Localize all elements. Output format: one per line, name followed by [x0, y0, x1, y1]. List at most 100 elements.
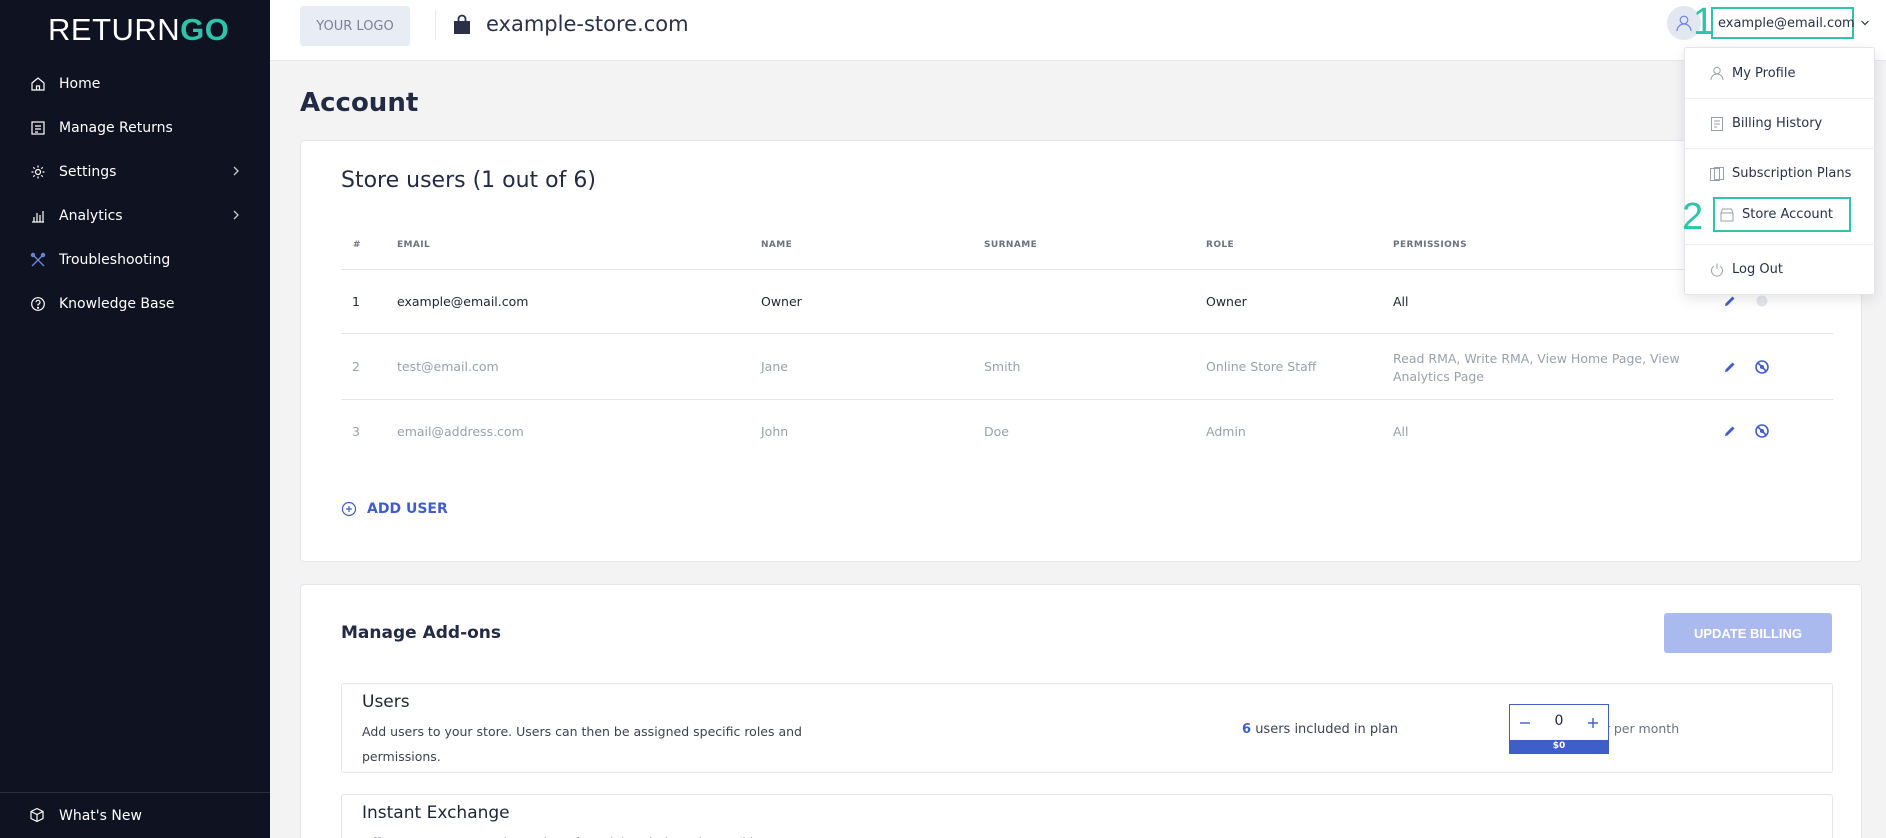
edit-icon[interactable] — [1721, 358, 1739, 376]
store-users-card: Store users (1 out of 6) # EMAIL NAME SU… — [300, 140, 1862, 562]
row-email: email@address.com — [397, 424, 524, 439]
sidebar-item-knowledge-base[interactable]: Knowledge Base — [0, 282, 270, 326]
menu-item-subscription-plans[interactable]: Subscription Plans — [1685, 148, 1876, 198]
topbar: YOUR LOGO example-store.com example@emai… — [270, 0, 1886, 61]
menu-item-billing-history[interactable]: Billing History — [1685, 98, 1876, 148]
chevron-down-icon — [1860, 16, 1870, 31]
addon-instant-exchange: Instant Exchange Offer your customers th… — [341, 794, 1833, 838]
menu-item-label: Log Out — [1732, 262, 1783, 277]
manage-addons-card: Manage Add-ons UPDATE BILLING Users Add … — [300, 584, 1862, 838]
sidebar-item-label: What's New — [59, 807, 142, 824]
sidebar-item-home[interactable]: Home — [0, 62, 270, 106]
column-header-name: NAME — [761, 240, 793, 250]
included-text: users included in plan — [1255, 722, 1398, 737]
stepper-total: $0 — [1510, 740, 1608, 753]
step-annotation-2: 2 — [1682, 196, 1704, 238]
row-index: 1 — [352, 294, 360, 309]
sidebar-item-settings[interactable]: Settings — [0, 150, 270, 194]
quantity-stepper: 0 $0 — [1509, 704, 1609, 754]
sidebar: RETURN GO Home Manage Returns Settings A… — [0, 0, 270, 838]
column-header-role: ROLE — [1206, 240, 1235, 250]
table-row: 3 email@address.com John Doe Admin All — [341, 399, 1833, 463]
deactivate-user-icon[interactable] — [1753, 422, 1771, 440]
row-name: John — [761, 424, 789, 439]
sidebar-item-troubleshooting[interactable]: Troubleshooting — [0, 238, 270, 282]
sidebar-item-label: Analytics — [59, 208, 123, 224]
sidebar-item-label: Manage Returns — [59, 120, 173, 136]
row-permissions: Read RMA, Write RMA, View Home Page, Vie… — [1393, 351, 1680, 384]
step-annotation-1: 1 — [1693, 1, 1715, 43]
sidebar-item-analytics[interactable]: Analytics — [0, 194, 270, 238]
column-header-surname: SURNAME — [984, 240, 1038, 250]
plans-icon — [1709, 166, 1725, 182]
column-header-permissions: PERMISSIONS — [1393, 240, 1467, 250]
help-icon — [29, 295, 47, 313]
included-count: 6 — [1242, 722, 1252, 737]
user-dropdown-menu: My Profile Billing History Subscription … — [1684, 47, 1876, 295]
update-billing-button[interactable]: UPDATE BILLING — [1664, 613, 1832, 653]
add-user-label: ADD USER — [367, 501, 448, 517]
row-role: Online Store Staff — [1206, 359, 1317, 374]
returns-icon — [29, 119, 47, 137]
store-icon — [1719, 207, 1735, 223]
gear-icon — [29, 163, 47, 181]
user-menu-button[interactable]: example@email.com — [1711, 7, 1869, 39]
manage-addons-title: Manage Add-ons — [341, 623, 502, 643]
brand-logo[interactable]: RETURN GO — [0, 0, 270, 60]
column-header-email: EMAIL — [397, 240, 431, 250]
column-header-index: # — [353, 240, 361, 250]
brand-logo-text: RETURN — [48, 12, 181, 47]
chart-icon — [29, 207, 47, 225]
add-user-button[interactable]: ADD USER — [341, 501, 448, 517]
sidebar-item-label: Home — [59, 76, 101, 92]
page-title: Account — [300, 88, 419, 118]
row-index: 3 — [352, 424, 360, 439]
shopping-bag-icon — [452, 14, 472, 40]
row-name: Jane — [761, 359, 788, 374]
row-email: test@email.com — [397, 359, 499, 374]
table-row: 1 example@email.com Owner Owner All — [341, 269, 1833, 333]
receipt-icon — [1709, 116, 1725, 132]
menu-item-my-profile[interactable]: My Profile — [1685, 48, 1876, 98]
addon-users: Users Add users to your store. Users can… — [341, 683, 1833, 773]
minus-icon[interactable] — [1512, 709, 1538, 737]
included-users: 6 users included in plan — [1242, 722, 1398, 737]
row-permissions: All — [1393, 424, 1409, 439]
sidebar-item-manage-returns[interactable]: Manage Returns — [0, 106, 270, 150]
divider — [435, 10, 436, 40]
store-logo-placeholder[interactable]: YOUR LOGO — [300, 6, 410, 46]
quantity-value[interactable]: 0 — [1540, 713, 1578, 729]
addon-description: Offer your customers the option of recei… — [362, 830, 962, 838]
menu-item-label: Store Account — [1742, 207, 1833, 222]
edit-icon[interactable] — [1721, 422, 1739, 440]
chevron-right-icon — [231, 208, 241, 226]
sidebar-nav: Home Manage Returns Settings Analytics T… — [0, 62, 270, 326]
menu-item-label: Billing History — [1732, 116, 1823, 131]
sidebar-item-label: Settings — [59, 164, 117, 180]
chevron-right-icon — [231, 164, 241, 182]
menu-item-log-out[interactable]: Log Out — [1685, 244, 1876, 294]
user-icon — [1709, 65, 1725, 81]
store-users-title: Store users (1 out of 6) — [341, 168, 596, 193]
row-permissions: All — [1393, 294, 1409, 309]
menu-item-label: My Profile — [1732, 65, 1796, 81]
power-icon — [1709, 262, 1725, 278]
deactivate-user-icon[interactable] — [1753, 358, 1771, 376]
menu-item-store-account[interactable]: Store Account — [1713, 197, 1851, 232]
plus-circle-icon — [341, 501, 357, 517]
home-icon — [29, 75, 47, 93]
sidebar-item-whats-new[interactable]: What's New — [0, 792, 270, 838]
addon-description: Add users to your store. Users can then … — [362, 724, 802, 764]
addon-name: Instant Exchange — [362, 803, 510, 823]
plus-icon[interactable] — [1580, 709, 1606, 737]
row-name: Owner — [761, 294, 802, 309]
store-name[interactable]: example-store.com — [486, 12, 689, 36]
tools-icon — [29, 251, 47, 269]
box-icon — [29, 807, 47, 825]
row-role: Owner — [1206, 294, 1247, 309]
row-role: Admin — [1206, 424, 1246, 439]
sidebar-item-label: Knowledge Base — [59, 296, 175, 312]
brand-logo-accent: GO — [180, 12, 230, 47]
table-row: 2 test@email.com Jane Smith Online Store… — [341, 333, 1833, 399]
row-surname: Doe — [984, 424, 1009, 439]
